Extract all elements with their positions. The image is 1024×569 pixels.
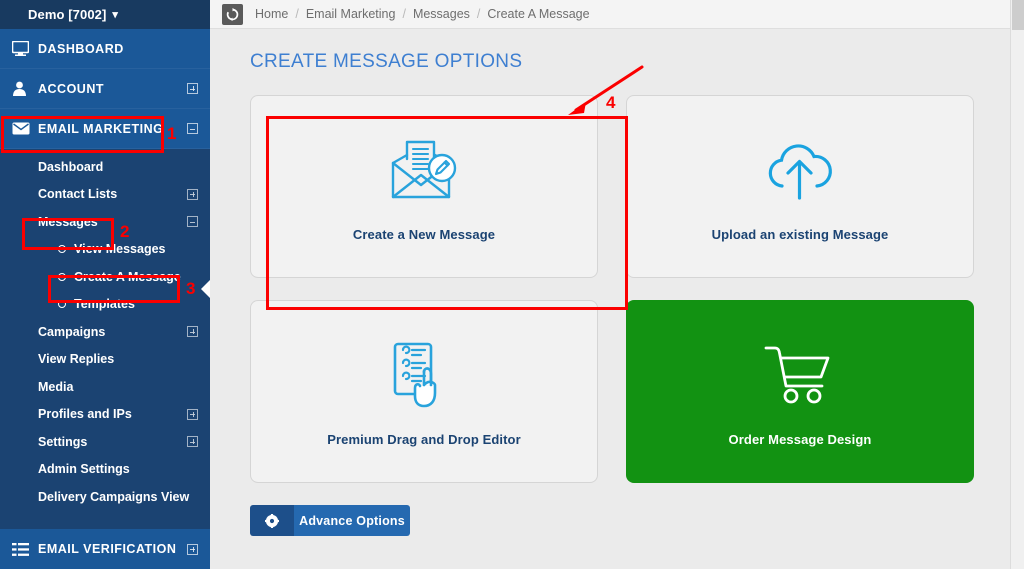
user-icon [12, 81, 38, 96]
sidebar-item-admin-settings[interactable]: Admin Settings [0, 456, 210, 484]
sidebar-item-media-label: Media [38, 379, 74, 394]
breadcrumb-separator: / [295, 7, 299, 21]
expand-plus-icon[interactable] [187, 326, 198, 338]
radio-bullet-icon [58, 272, 66, 281]
sidebar-item-em-dashboard-label: Dashboard [38, 159, 104, 174]
chevron-down-icon: ▾ [112, 9, 119, 21]
sidebar-item-em-dashboard[interactable]: Dashboard [0, 153, 210, 181]
envelope-icon [12, 122, 38, 135]
breadcrumb: Home / Email Marketing / Messages / Crea… [210, 0, 1024, 29]
radio-bullet-icon [58, 245, 66, 254]
breadcrumb-item-home[interactable]: Home [255, 7, 288, 21]
main-panel: Home / Email Marketing / Messages / Crea… [210, 0, 1024, 569]
list-icon [12, 542, 38, 556]
sidebar-item-delivery-campaigns-view-label: Delivery Campaigns View [38, 489, 190, 504]
sidebar-item-admin-settings-label: Admin Settings [38, 462, 130, 477]
sidebar-item-contact-lists-label: Contact Lists [38, 187, 118, 202]
sidebar-item-settings[interactable]: Settings [0, 428, 210, 456]
breadcrumb-item-create-a-message: Create A Message [487, 7, 590, 21]
create-message-options-grid: Create a New Message Upload an existing … [250, 95, 974, 483]
sidebar-item-media[interactable]: Media [0, 373, 210, 401]
sidebar-item-view-messages[interactable]: View Messages [0, 236, 210, 264]
card-upload-an-existing-message-label: Upload an existing Message [711, 227, 889, 242]
sidebar-item-account-label: ACCOUNT [38, 81, 104, 96]
breadcrumb-trail: Home / Email Marketing / Messages / Crea… [255, 7, 590, 21]
sidebar-item-dashboard[interactable]: DASHBOARD [0, 29, 210, 69]
sidebar-item-contact-lists[interactable]: Contact Lists [0, 181, 210, 209]
sidebar-item-view-replies-label: View Replies [38, 352, 115, 367]
expand-plus-icon[interactable] [187, 83, 198, 94]
annotation-number-3: 3 [186, 279, 196, 298]
annotation-number-1: 1 [167, 124, 177, 143]
sidebar-item-create-a-message-label: Create A Message [74, 269, 181, 284]
sidebar-item-view-messages-label: View Messages [74, 242, 166, 257]
sidebar-item-email-marketing[interactable]: EMAIL MARKETING [0, 109, 210, 149]
gear-icon [250, 505, 294, 536]
breadcrumb-separator: / [476, 7, 481, 21]
brand-label: Demo [7002] [28, 7, 107, 22]
sidebar-item-delivery-campaigns-view[interactable]: Delivery Campaigns View [0, 483, 210, 511]
card-upload-an-existing-message[interactable]: Upload an existing Message [626, 95, 974, 278]
sidebar-item-create-a-message[interactable]: Create A Message [0, 263, 210, 291]
expand-plus-icon[interactable] [187, 436, 198, 448]
annotation-number-4: 4 [606, 93, 616, 112]
sidebar-item-settings-label: Settings [38, 434, 88, 449]
sidebar-item-account[interactable]: ACCOUNT [0, 69, 210, 109]
breadcrumb-item-messages[interactable]: Messages [413, 7, 470, 21]
shopping-cart-icon [762, 336, 838, 414]
card-create-a-new-message[interactable]: Create a New Message [250, 95, 598, 278]
sidebar-item-email-verification-label: EMAIL VERIFICATION [38, 542, 177, 556]
app-root: Demo [7002] ▾ DASHBOARD ACCOUNT EMAIL MA… [0, 0, 1024, 569]
vertical-scrollbar-thumb[interactable] [1012, 0, 1024, 30]
collapse-minus-icon[interactable] [187, 123, 198, 134]
sidebar: Demo [7002] ▾ DASHBOARD ACCOUNT EMAIL MA… [0, 0, 210, 569]
refresh-icon[interactable] [222, 3, 243, 25]
sidebar-item-dashboard-label: DASHBOARD [38, 41, 124, 56]
expand-plus-icon[interactable] [187, 408, 198, 420]
card-premium-drag-and-drop-editor[interactable]: Premium Drag and Drop Editor [250, 300, 598, 483]
envelope-document-edit-icon [387, 131, 461, 209]
advance-options-label: Advance Options [294, 505, 410, 536]
sidebar-item-email-marketing-label: EMAIL MARKETING [38, 121, 164, 136]
expand-plus-icon[interactable] [187, 543, 198, 555]
cloud-upload-icon [760, 131, 840, 209]
card-premium-drag-and-drop-editor-label: Premium Drag and Drop Editor [327, 432, 521, 447]
checklist-hand-icon [391, 336, 457, 414]
card-order-message-design-label: Order Message Design [728, 432, 872, 447]
sidebar-item-view-replies[interactable]: View Replies [0, 346, 210, 374]
card-create-a-new-message-label: Create a New Message [352, 227, 496, 242]
content-area: CREATE MESSAGE OPTIONS Create a New Mess… [210, 29, 1024, 569]
advance-options-button[interactable]: Advance Options [250, 505, 410, 536]
page-title: CREATE MESSAGE OPTIONS [250, 51, 523, 72]
monitor-icon [12, 41, 38, 56]
sidebar-item-profiles-and-ips[interactable]: Profiles and IPs [0, 401, 210, 429]
radio-bullet-icon [58, 300, 66, 309]
card-order-message-design[interactable]: Order Message Design [626, 300, 974, 483]
expand-plus-icon[interactable] [187, 188, 198, 200]
breadcrumb-separator: / [402, 7, 406, 21]
sidebar-item-campaigns[interactable]: Campaigns [0, 318, 210, 346]
sidebar-item-profiles-and-ips-label: Profiles and IPs [38, 407, 132, 422]
email-marketing-submenu: Dashboard Contact Lists Messages View Me… [0, 149, 210, 511]
vertical-scrollbar-track[interactable] [1010, 0, 1024, 569]
sidebar-item-messages[interactable]: Messages [0, 208, 210, 236]
sidebar-item-templates-label: Templates [74, 297, 135, 312]
brand-selector[interactable]: Demo [7002] ▾ [0, 0, 210, 29]
sidebar-item-campaigns-label: Campaigns [38, 324, 106, 339]
sidebar-active-caret-icon [201, 280, 210, 298]
collapse-minus-icon[interactable] [187, 216, 198, 228]
sidebar-item-templates[interactable]: Templates [0, 291, 210, 319]
annotation-number-2: 2 [120, 222, 130, 241]
sidebar-item-messages-label: Messages [38, 214, 98, 229]
breadcrumb-item-email-marketing[interactable]: Email Marketing [306, 7, 396, 21]
sidebar-item-email-verification[interactable]: EMAIL VERIFICATION [0, 529, 210, 569]
